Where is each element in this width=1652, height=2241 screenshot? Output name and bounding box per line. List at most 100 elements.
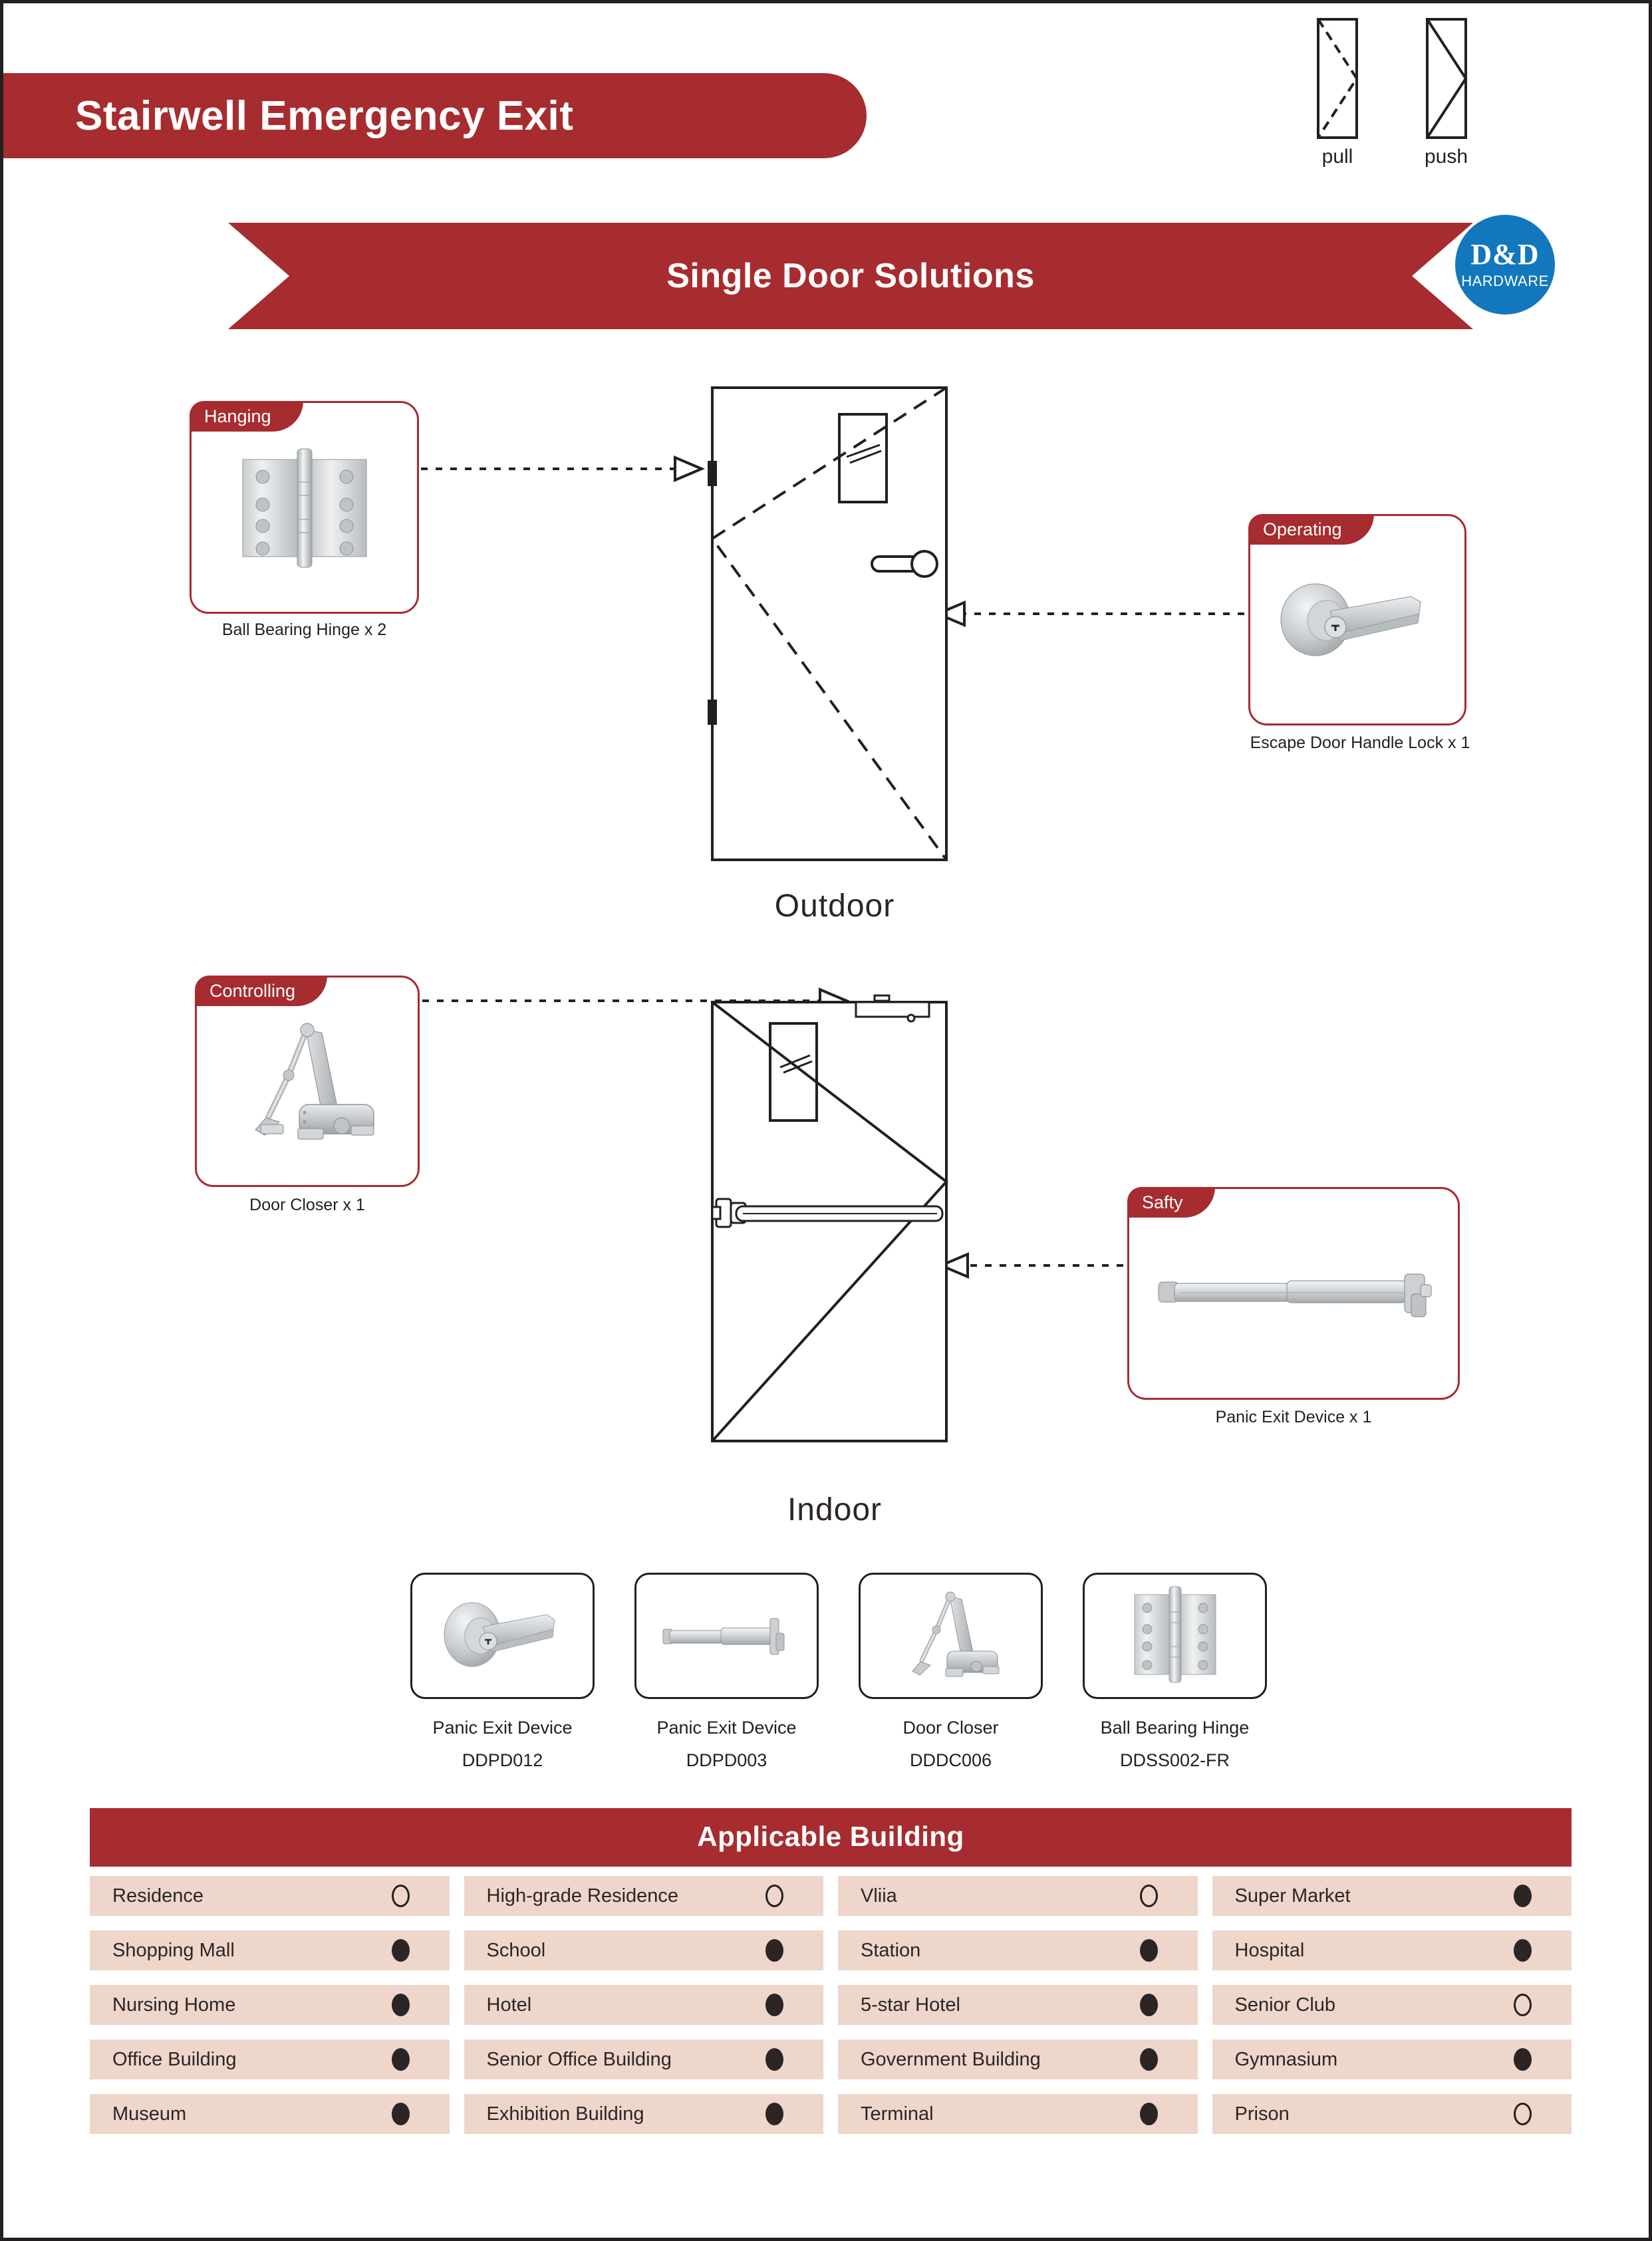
panic-bar-icon xyxy=(662,1618,785,1655)
building-label: Shopping Mall xyxy=(112,1939,235,1961)
door-lever-lock-icon xyxy=(444,1602,555,1667)
building-cell[interactable]: Hotel xyxy=(464,1985,823,2025)
building-label: Exhibition Building xyxy=(486,2103,644,2125)
door-closer-icon xyxy=(197,978,418,1185)
hollow-circle-icon xyxy=(1514,1994,1532,2016)
building-cell[interactable]: Residence xyxy=(90,1876,450,1916)
building-cell[interactable]: Station xyxy=(838,1930,1198,1970)
product-name: Door Closer xyxy=(902,1718,999,1738)
building-cell[interactable]: Office Building xyxy=(90,2040,450,2079)
filled-circle-icon xyxy=(1139,2048,1158,2071)
callout-operating: Operating xyxy=(1248,514,1466,725)
applicable-building-table: Applicable Building Residence High-grade … xyxy=(90,1808,1572,2134)
product-image-frame xyxy=(859,1573,1043,1699)
indoor-label: Indoor xyxy=(787,1492,883,1527)
filled-circle-icon xyxy=(391,1939,410,1962)
product-card[interactable]: Door Closer DDDC006 xyxy=(859,1573,1043,1771)
filled-circle-icon xyxy=(391,1994,410,2016)
filled-circle-icon xyxy=(1139,2103,1158,2125)
building-label: Hotel xyxy=(486,1994,532,2016)
escape-door-handle-lock-icon xyxy=(1250,516,1464,724)
building-label: Senior Club xyxy=(1234,1994,1336,2016)
product-name: Panic Exit Device xyxy=(656,1718,797,1738)
building-label: Senior Office Building xyxy=(486,2048,672,2070)
building-label: Nursing Home xyxy=(112,1994,236,2016)
filled-circle-icon xyxy=(765,2103,783,2125)
applicable-building-title: Applicable Building xyxy=(90,1808,1572,1867)
building-cell[interactable]: Gymnasium xyxy=(1212,2040,1572,2079)
hinge-icon xyxy=(1134,1586,1216,1683)
filled-circle-icon xyxy=(1514,1939,1532,1962)
filled-circle-icon xyxy=(1139,1939,1158,1962)
callout-operating-caption: Escape Door Handle Lock x 1 xyxy=(1250,733,1470,752)
building-cell[interactable]: Senior Office Building xyxy=(464,2040,823,2079)
hollow-circle-icon xyxy=(765,1885,783,1907)
filled-circle-icon xyxy=(765,1939,783,1962)
building-cell[interactable]: Nursing Home xyxy=(90,1985,450,2025)
building-label: Gymnasium xyxy=(1234,2048,1338,2070)
building-label: School xyxy=(486,1939,546,1961)
building-cell[interactable]: Government Building xyxy=(838,2040,1198,2079)
building-label: 5-star Hotel xyxy=(861,1994,960,2016)
filled-circle-icon xyxy=(1514,1885,1532,1907)
building-label: Office Building xyxy=(112,2048,237,2070)
product-image-frame xyxy=(1083,1573,1267,1699)
applicable-building-grid: Residence High-grade Residence Vliia Super … xyxy=(90,1876,1572,2134)
indoor-door-diagram xyxy=(682,974,988,1483)
building-label: High-grade Residence xyxy=(486,1885,679,1907)
building-cell[interactable]: Museum xyxy=(90,2094,450,2134)
product-name: Panic Exit Device xyxy=(432,1718,573,1738)
building-label: Museum xyxy=(112,2103,187,2125)
building-cell[interactable]: Senior Club xyxy=(1212,1985,1572,2025)
filled-circle-icon xyxy=(391,2048,410,2071)
product-card[interactable]: Panic Exit Device DDPD012 xyxy=(410,1573,595,1771)
building-label: Prison xyxy=(1234,2103,1290,2125)
filled-circle-icon xyxy=(1139,1994,1158,2016)
building-cell[interactable]: Terminal xyxy=(838,2094,1198,2134)
building-cell[interactable]: Exhibition Building xyxy=(464,2094,823,2134)
product-model: DDPD012 xyxy=(462,1750,543,1770)
panic-exit-device-icon xyxy=(1129,1189,1458,1398)
ball-bearing-hinge-icon xyxy=(192,403,417,612)
product-model: DDPD003 xyxy=(686,1750,767,1770)
product-model: DDDC006 xyxy=(909,1750,992,1770)
building-label: Residence xyxy=(112,1885,204,1907)
filled-circle-icon xyxy=(765,1994,783,2016)
poster-page: Stairwell Emergency Exit pull push Singl… xyxy=(0,0,1652,2241)
building-label: Government Building xyxy=(861,2048,1041,2070)
building-cell[interactable]: Prison xyxy=(1212,2094,1572,2134)
building-label: Hospital xyxy=(1234,1939,1305,1961)
door-closer-icon xyxy=(911,1591,999,1677)
building-cell[interactable]: Super Market xyxy=(1212,1876,1572,1916)
building-cell[interactable]: 5-star Hotel xyxy=(838,1985,1198,2025)
hollow-circle-icon xyxy=(391,1885,410,1907)
callout-hanging: Hanging xyxy=(190,401,419,614)
product-card[interactable]: Ball Bearing Hinge DDSS002-FR xyxy=(1083,1573,1267,1771)
building-cell[interactable]: Hospital xyxy=(1212,1930,1572,1970)
building-label: Terminal xyxy=(861,2103,934,2125)
product-image-frame xyxy=(410,1573,595,1699)
callout-controlling-caption: Door Closer x 1 xyxy=(249,1196,365,1214)
building-label: Super Market xyxy=(1234,1885,1351,1907)
building-label: Station xyxy=(861,1939,921,1961)
hollow-circle-icon xyxy=(1139,1885,1158,1907)
product-name: Ball Bearing Hinge xyxy=(1100,1718,1250,1738)
building-cell[interactable]: High-grade Residence xyxy=(464,1876,823,1916)
callout-controlling: Controlling xyxy=(195,976,420,1187)
building-cell[interactable]: Vliia xyxy=(838,1876,1198,1916)
building-cell[interactable]: School xyxy=(464,1930,823,1970)
product-strip: Panic Exit Device DDPD012 Panic Exit Dev… xyxy=(410,1573,1267,1771)
callout-safty: Safty xyxy=(1127,1187,1460,1400)
building-label: Vliia xyxy=(861,1885,897,1907)
callout-hanging-caption: Ball Bearing Hinge x 2 xyxy=(221,620,387,639)
product-card[interactable]: Panic Exit Device DDPD003 xyxy=(634,1573,819,1771)
outdoor-door-diagram xyxy=(682,376,988,938)
product-image-frame xyxy=(634,1573,819,1699)
hollow-circle-icon xyxy=(1514,2103,1532,2125)
filled-circle-icon xyxy=(391,2103,410,2125)
building-cell[interactable]: Shopping Mall xyxy=(90,1930,450,1970)
outdoor-label: Outdoor xyxy=(774,888,895,924)
product-model: DDSS002-FR xyxy=(1119,1750,1230,1770)
callout-safty-caption: Panic Exit Device x 1 xyxy=(1215,1408,1372,1426)
filled-circle-icon xyxy=(765,2048,783,2071)
